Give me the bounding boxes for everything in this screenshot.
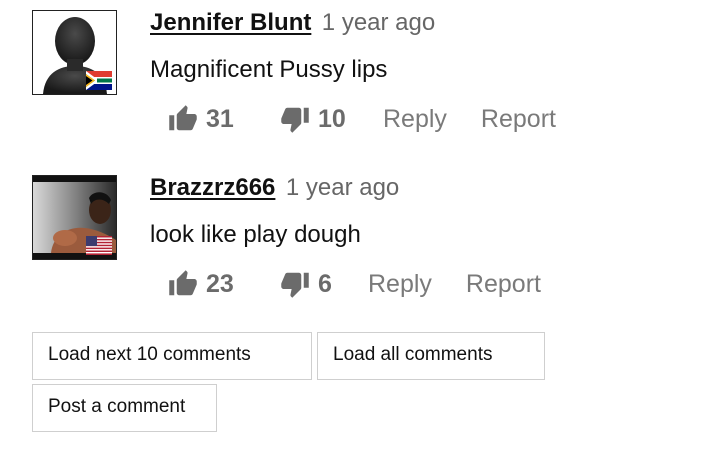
username-link[interactable]: Brazzrz666	[150, 174, 275, 201]
comment-meta: Jennifer Blunt 1 year ago	[150, 10, 435, 36]
comment-text: look like play dough	[150, 221, 361, 248]
comment-time: 1 year ago	[285, 174, 400, 201]
avatar[interactable]	[32, 175, 117, 260]
post-comment-button[interactable]: Post a comment	[32, 384, 217, 432]
thumbs-up-icon	[169, 270, 197, 296]
thumbs-down-icon	[281, 272, 309, 298]
comment-time: 1 year ago	[321, 9, 436, 36]
reply-button[interactable]: Reply	[368, 270, 432, 299]
load-next-comments-button[interactable]: Load next 10 comments	[32, 332, 312, 380]
avatar[interactable]	[32, 10, 117, 95]
load-all-comments-button[interactable]: Load all comments	[317, 332, 545, 380]
like-button[interactable]: 23	[168, 269, 280, 299]
thumbs-up-icon	[169, 105, 197, 131]
thumbs-down-icon	[281, 107, 309, 133]
like-count: 31	[206, 104, 234, 133]
south-africa-flag-icon	[86, 71, 112, 90]
dislike-button[interactable]: 10	[280, 104, 383, 134]
report-button[interactable]: Report	[481, 105, 556, 134]
comment-actions: 23 6 Reply Report	[168, 267, 541, 301]
username-link[interactable]: Jennifer Blunt	[150, 9, 311, 36]
like-button[interactable]: 31	[168, 104, 280, 134]
comment-text: Magnificent Pussy lips	[150, 56, 388, 83]
reply-button[interactable]: Reply	[383, 105, 447, 134]
dislike-button[interactable]: 6	[280, 269, 368, 299]
comment-meta: Brazzrz666 1 year ago	[150, 175, 399, 201]
usa-flag-icon	[86, 236, 112, 255]
like-count: 23	[206, 269, 234, 298]
report-button[interactable]: Report	[466, 270, 541, 299]
dislike-count: 6	[318, 269, 332, 298]
dislike-count: 10	[318, 104, 346, 133]
comment-actions: 31 10 Reply Report	[168, 102, 556, 136]
